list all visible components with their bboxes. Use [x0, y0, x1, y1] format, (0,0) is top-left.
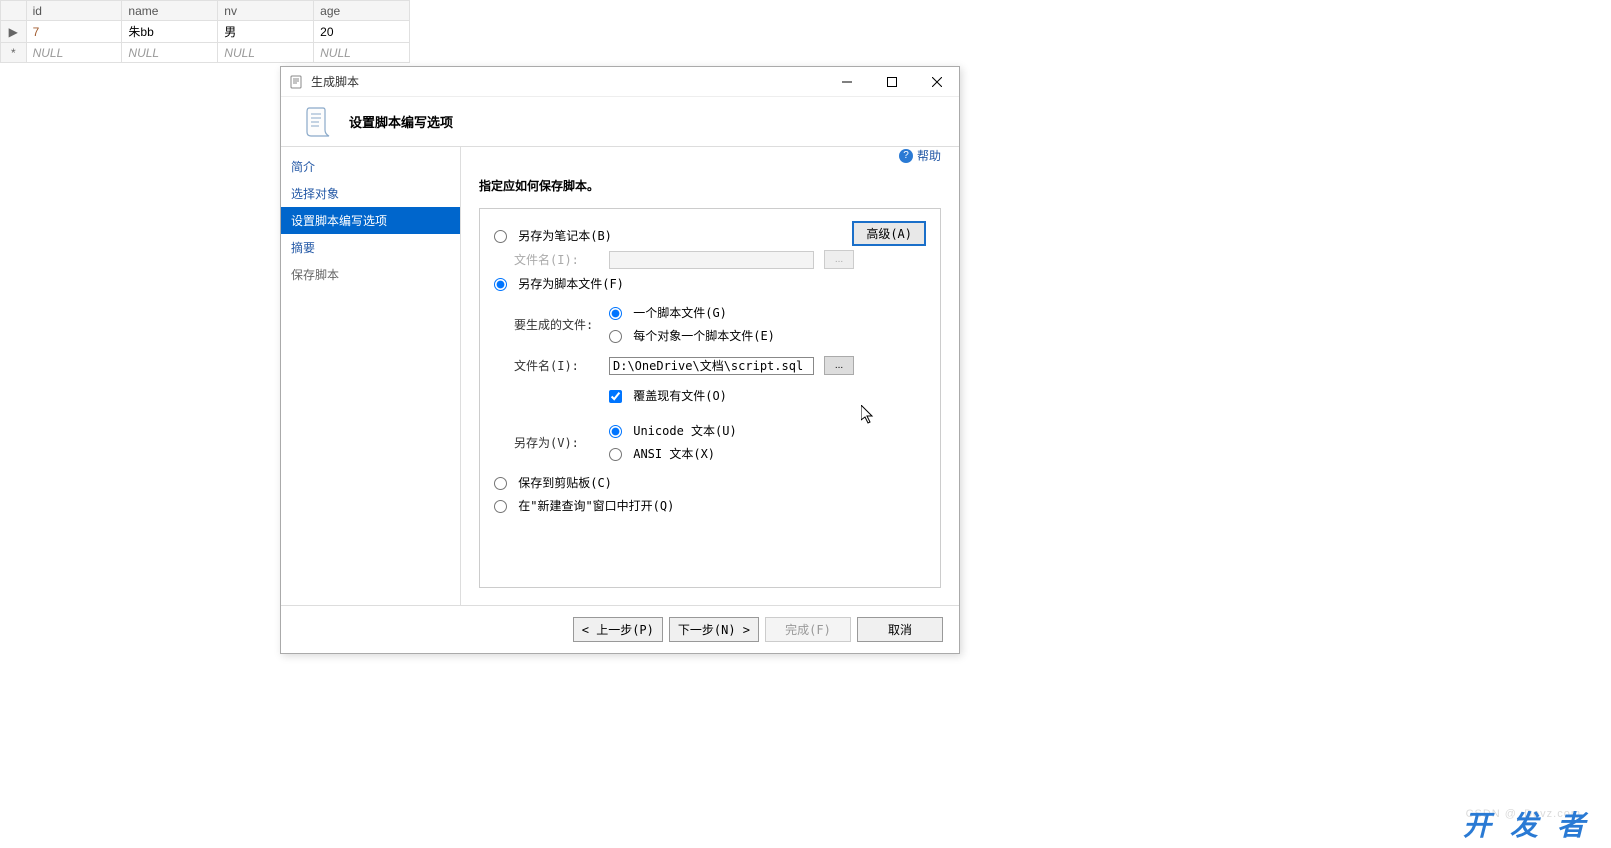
overwrite-checkbox-row[interactable]: 覆盖现有文件(O): [609, 387, 727, 404]
open-in-new-query-radio[interactable]: 在"新建查询"窗口中打开(Q): [494, 497, 926, 514]
single-file-radio[interactable]: 一个脚本文件(G): [609, 304, 775, 321]
save-as-script-file-input[interactable]: [494, 278, 507, 291]
cell-age[interactable]: 20: [314, 21, 410, 43]
col-header-id[interactable]: id: [26, 1, 122, 21]
row-marker: *: [1, 43, 27, 63]
col-header-name[interactable]: name: [122, 1, 218, 21]
save-as-encoding-label: 另存为(V):: [514, 434, 599, 451]
data-grid[interactable]: id name nv age ▶ 7 朱bb 男 20 * NULL NULL …: [0, 0, 410, 63]
advanced-button[interactable]: 高级(A): [852, 221, 926, 246]
options-frame: 高级(A) 另存为笔记本(B) 文件名(I): ... 另存为脚本文件(F) 要…: [479, 208, 941, 588]
ansi-input[interactable]: [609, 448, 622, 461]
overwrite-label: 覆盖现有文件(O): [633, 389, 727, 403]
unicode-radio[interactable]: Unicode 文本(U): [609, 422, 737, 439]
ansi-label: ANSI 文本(X): [633, 447, 715, 461]
row-marker: ▶: [1, 21, 27, 43]
filename-label-disabled: 文件名(I):: [514, 251, 599, 268]
titlebar[interactable]: 生成脚本: [281, 67, 959, 97]
wizard-sidebar: 简介 选择对象 设置脚本编写选项 摘要 保存脚本: [281, 147, 461, 605]
script-icon: [301, 104, 337, 140]
filename-input[interactable]: [609, 357, 814, 375]
table-row[interactable]: ▶ 7 朱bb 男 20: [1, 21, 410, 43]
generate-scripts-dialog: 生成脚本 设置脚本编写选项 简介 选择对象 设置脚本编写选项 摘: [280, 66, 960, 654]
help-link[interactable]: ? 帮助: [899, 147, 941, 164]
cell-name[interactable]: NULL: [122, 43, 218, 63]
col-header-nv[interactable]: nv: [218, 1, 314, 21]
prev-button[interactable]: < 上一步(P): [573, 617, 663, 642]
next-button[interactable]: 下一步(N) >: [669, 617, 759, 642]
per-object-file-label: 每个对象一个脚本文件(E): [633, 329, 775, 343]
single-file-label: 一个脚本文件(G): [633, 306, 727, 320]
cell-id[interactable]: NULL: [26, 43, 122, 63]
sidebar-step-choose-objects[interactable]: 选择对象: [281, 180, 460, 207]
maximize-button[interactable]: [869, 68, 914, 96]
sidebar-step-intro[interactable]: 简介: [281, 153, 460, 180]
col-header-age[interactable]: age: [314, 1, 410, 21]
wizard-content: ? 帮助 指定应如何保存脚本。 高级(A) 另存为笔记本(B) 文件名(I): …: [461, 147, 959, 605]
files-to-generate-label: 要生成的文件:: [514, 316, 599, 333]
app-icon: [289, 74, 305, 90]
header-strip: 设置脚本编写选项: [281, 97, 959, 147]
filename-label: 文件名(I):: [514, 357, 599, 374]
ansi-radio[interactable]: ANSI 文本(X): [609, 445, 737, 462]
overwrite-checkbox[interactable]: [609, 390, 622, 403]
sidebar-step-save-scripts[interactable]: 保存脚本: [281, 261, 460, 288]
save-as-script-file-radio[interactable]: 另存为脚本文件(F): [494, 275, 926, 292]
per-object-file-radio[interactable]: 每个对象一个脚本文件(E): [609, 327, 775, 344]
sidebar-step-summary[interactable]: 摘要: [281, 234, 460, 261]
finish-button: 完成(F): [765, 617, 851, 642]
open-in-new-query-label: 在"新建查询"窗口中打开(Q): [518, 499, 674, 513]
cancel-button[interactable]: 取消: [857, 617, 943, 642]
notebook-filename-input: [609, 251, 814, 269]
save-to-clipboard-label: 保存到剪贴板(C): [518, 476, 612, 490]
section-title: 指定应如何保存脚本。: [479, 177, 941, 194]
save-to-clipboard-radio[interactable]: 保存到剪贴板(C): [494, 474, 926, 491]
watermark-logo: 开 发 者: [1463, 804, 1591, 844]
table-row[interactable]: * NULL NULL NULL NULL: [1, 43, 410, 63]
help-icon: ?: [899, 149, 913, 163]
page-title: 设置脚本编写选项: [349, 112, 453, 131]
cell-age[interactable]: NULL: [314, 43, 410, 63]
save-to-clipboard-input[interactable]: [494, 477, 507, 490]
sidebar-step-scripting-options[interactable]: 设置脚本编写选项: [281, 207, 460, 234]
notebook-browse-button: ...: [824, 250, 854, 269]
open-in-new-query-input[interactable]: [494, 500, 507, 513]
help-label: 帮助: [917, 147, 941, 164]
unicode-label: Unicode 文本(U): [633, 424, 736, 438]
cell-id[interactable]: 7: [26, 21, 122, 43]
save-as-notebook-input[interactable]: [494, 230, 507, 243]
browse-button[interactable]: ...: [824, 356, 854, 375]
unicode-input[interactable]: [609, 425, 622, 438]
save-as-notebook-label: 另存为笔记本(B): [518, 229, 612, 243]
close-button[interactable]: [914, 68, 959, 96]
cell-nv[interactable]: NULL: [218, 43, 314, 63]
dialog-title: 生成脚本: [311, 73, 824, 90]
cell-name[interactable]: 朱bb: [122, 21, 218, 43]
row-header-blank: [1, 1, 27, 21]
wizard-footer: < 上一步(P) 下一步(N) > 完成(F) 取消: [281, 605, 959, 653]
single-file-input[interactable]: [609, 307, 622, 320]
save-as-script-file-label: 另存为脚本文件(F): [518, 277, 624, 291]
per-object-file-input[interactable]: [609, 330, 622, 343]
minimize-button[interactable]: [824, 68, 869, 96]
cell-nv[interactable]: 男: [218, 21, 314, 43]
